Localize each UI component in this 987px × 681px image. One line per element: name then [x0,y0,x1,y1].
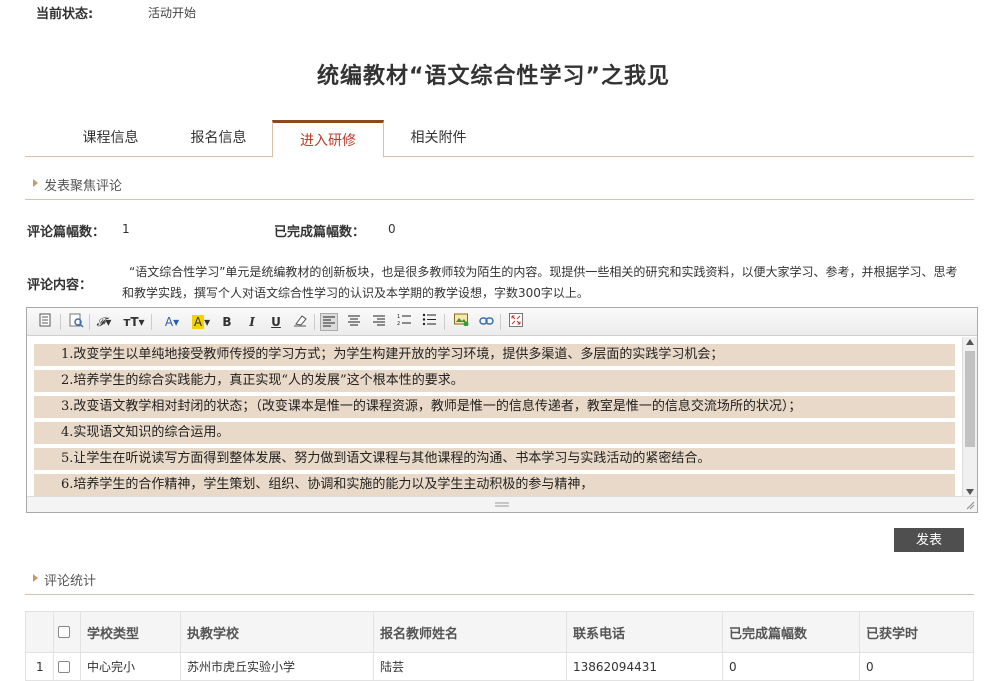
comment-count-value: 1 [122,222,130,236]
header-phone: 联系电话 [566,611,723,653]
page-title: 统编教材“语文综合性学习”之我见 [317,64,670,89]
eraser-icon[interactable] [292,313,308,331]
assignment-description: “语文综合性学习”单元是统编教材的创新板块，也是很多教师较为陌生的内容。现提供一… [122,265,958,300]
cell-phone: 13862094431 [566,652,723,681]
header-teacher-name: 报名教师姓名 [373,611,567,653]
section-comment-stats-title: 评论统计 [44,574,97,589]
content-label: 评论内容： [27,278,93,293]
link-icon[interactable] [477,313,495,331]
editor-line: 6.培养学生的合作精神，学生策划、组织、协调和实施的能力以及学生主动积极的参与精… [34,474,955,496]
header-school-type: 学校类型 [80,611,181,653]
align-center-icon[interactable] [346,313,362,331]
scrollbar-thumb[interactable] [965,351,975,447]
font-size-icon[interactable]: ᴛT▾ [122,313,146,331]
resize-corner-icon[interactable] [966,501,975,510]
table-header-row: 学校类型 执教学校 报名教师姓名 联系电话 已完成篇幅数 已获学时 [25,611,974,653]
source-icon[interactable] [37,313,53,331]
tab-signup-info[interactable]: 报名信息 [171,120,266,157]
svg-text:2: 2 [397,321,400,326]
cell-school: 苏州市虎丘实验小学 [180,652,374,681]
rich-text-editor[interactable]: 𝓕▾ ᴛT▾ A▾ A ▾ B I U 12 1.改变学生以单纯地接受教师传授的… [26,307,978,513]
align-left-icon[interactable] [320,313,338,331]
publish-button[interactable]: 发表 [894,528,964,552]
editor-line: 4.实现语文知识的综合运用。 [34,422,955,444]
header-done-count: 已完成篇幅数 [722,611,860,653]
cell-done-count-link[interactable]: 0 [722,652,860,681]
unordered-list-icon[interactable] [421,313,437,331]
header-credit-hours: 已获学时 [859,611,974,653]
toolbar-divider [314,314,315,330]
scroll-up-icon[interactable] [966,339,974,345]
done-count-label: 已完成篇幅数： [274,225,366,240]
status-value: 活动开始 [148,6,197,20]
row-select-cell [53,652,81,681]
toolbar-divider [500,314,501,330]
cell-school-type: 中心完小 [80,652,181,681]
index-header [25,611,54,653]
triangle-icon [33,179,38,187]
highlight-icon[interactable]: A ▾ [189,313,213,331]
triangle-icon [33,574,38,582]
status-row: 当前状态: 活动开始 [36,3,196,22]
bold-icon[interactable]: B [220,313,234,331]
editor-line: 5.让学生在听说读写方面得到整体发展、努力做到语文课程与其他课程的沟通、书本学习… [34,448,955,470]
align-right-icon[interactable] [371,313,387,331]
scroll-down-icon[interactable] [966,489,974,495]
resize-grip-icon [495,502,509,507]
editor-toolbar: 𝓕▾ ᴛT▾ A▾ A ▾ B I U 12 [27,308,977,336]
tab-attachments[interactable]: 相关附件 [391,120,486,157]
editor-scrollbar[interactable] [962,337,977,497]
toolbar-divider [60,314,61,330]
underline-icon[interactable]: U [269,313,283,331]
section-post-comment-title: 发表聚焦评论 [44,179,123,194]
status-label: 当前状态: [36,7,94,22]
done-count-value: 0 [388,222,396,236]
italic-icon[interactable]: I [245,313,259,331]
toolbar-divider [151,314,152,330]
toolbar-divider [89,314,90,330]
header-school: 执教学校 [180,611,374,653]
tab-enter-study[interactable]: 进入研修 [272,120,384,158]
editor-line: 1.改变学生以单纯地接受教师传授的学习方式；为学生构建开放的学习环境，提供多渠道… [34,344,955,366]
image-icon[interactable] [452,313,470,331]
toolbar-divider [444,314,445,330]
editor-line: 2.培养学生的综合实践能力，真正实现“人的发展”这个根本性的要求。 [34,370,955,392]
stats-table: 学校类型 执教学校 报名教师姓名 联系电话 已完成篇幅数 已获学时 1 中心完小… [25,611,974,681]
font-color-icon[interactable]: A▾ [161,313,183,331]
cell-teacher-name: 陆芸 [373,652,567,681]
editor-content[interactable]: 1.改变学生以单纯地接受教师传授的学习方式；为学生构建开放的学习环境，提供多渠道… [27,337,961,497]
editor-resize-bar[interactable] [27,496,977,512]
select-all-checkbox[interactable] [58,626,70,638]
ordered-list-icon[interactable]: 12 [396,313,412,331]
comment-count-label: 评论篇幅数： [27,225,106,240]
editor-line: 3.改变语文教学相对封闭的状态；（改变课本是惟一的课程资源，教师是惟一的信息传递… [34,396,955,418]
cell-credit-hours: 0 [859,652,974,681]
section-comment-stats: 评论统计 [25,565,974,595]
fullscreen-icon[interactable] [508,313,524,331]
select-all-cell [53,611,81,653]
tab-course-info[interactable]: 课程信息 [63,120,158,157]
section-post-comment: 发表聚焦评论 [25,170,974,200]
svg-text:1: 1 [397,314,400,320]
font-family-icon[interactable]: 𝓕▾ [93,313,115,331]
row-index: 1 [25,652,54,681]
tab-bar: 课程信息 报名信息 进入研修 相关附件 [25,120,974,158]
table-row: 1 中心完小 苏州市虎丘实验小学 陆芸 13862094431 0 0 [25,652,974,681]
row-checkbox[interactable] [58,661,70,673]
preview-icon[interactable] [67,313,85,331]
